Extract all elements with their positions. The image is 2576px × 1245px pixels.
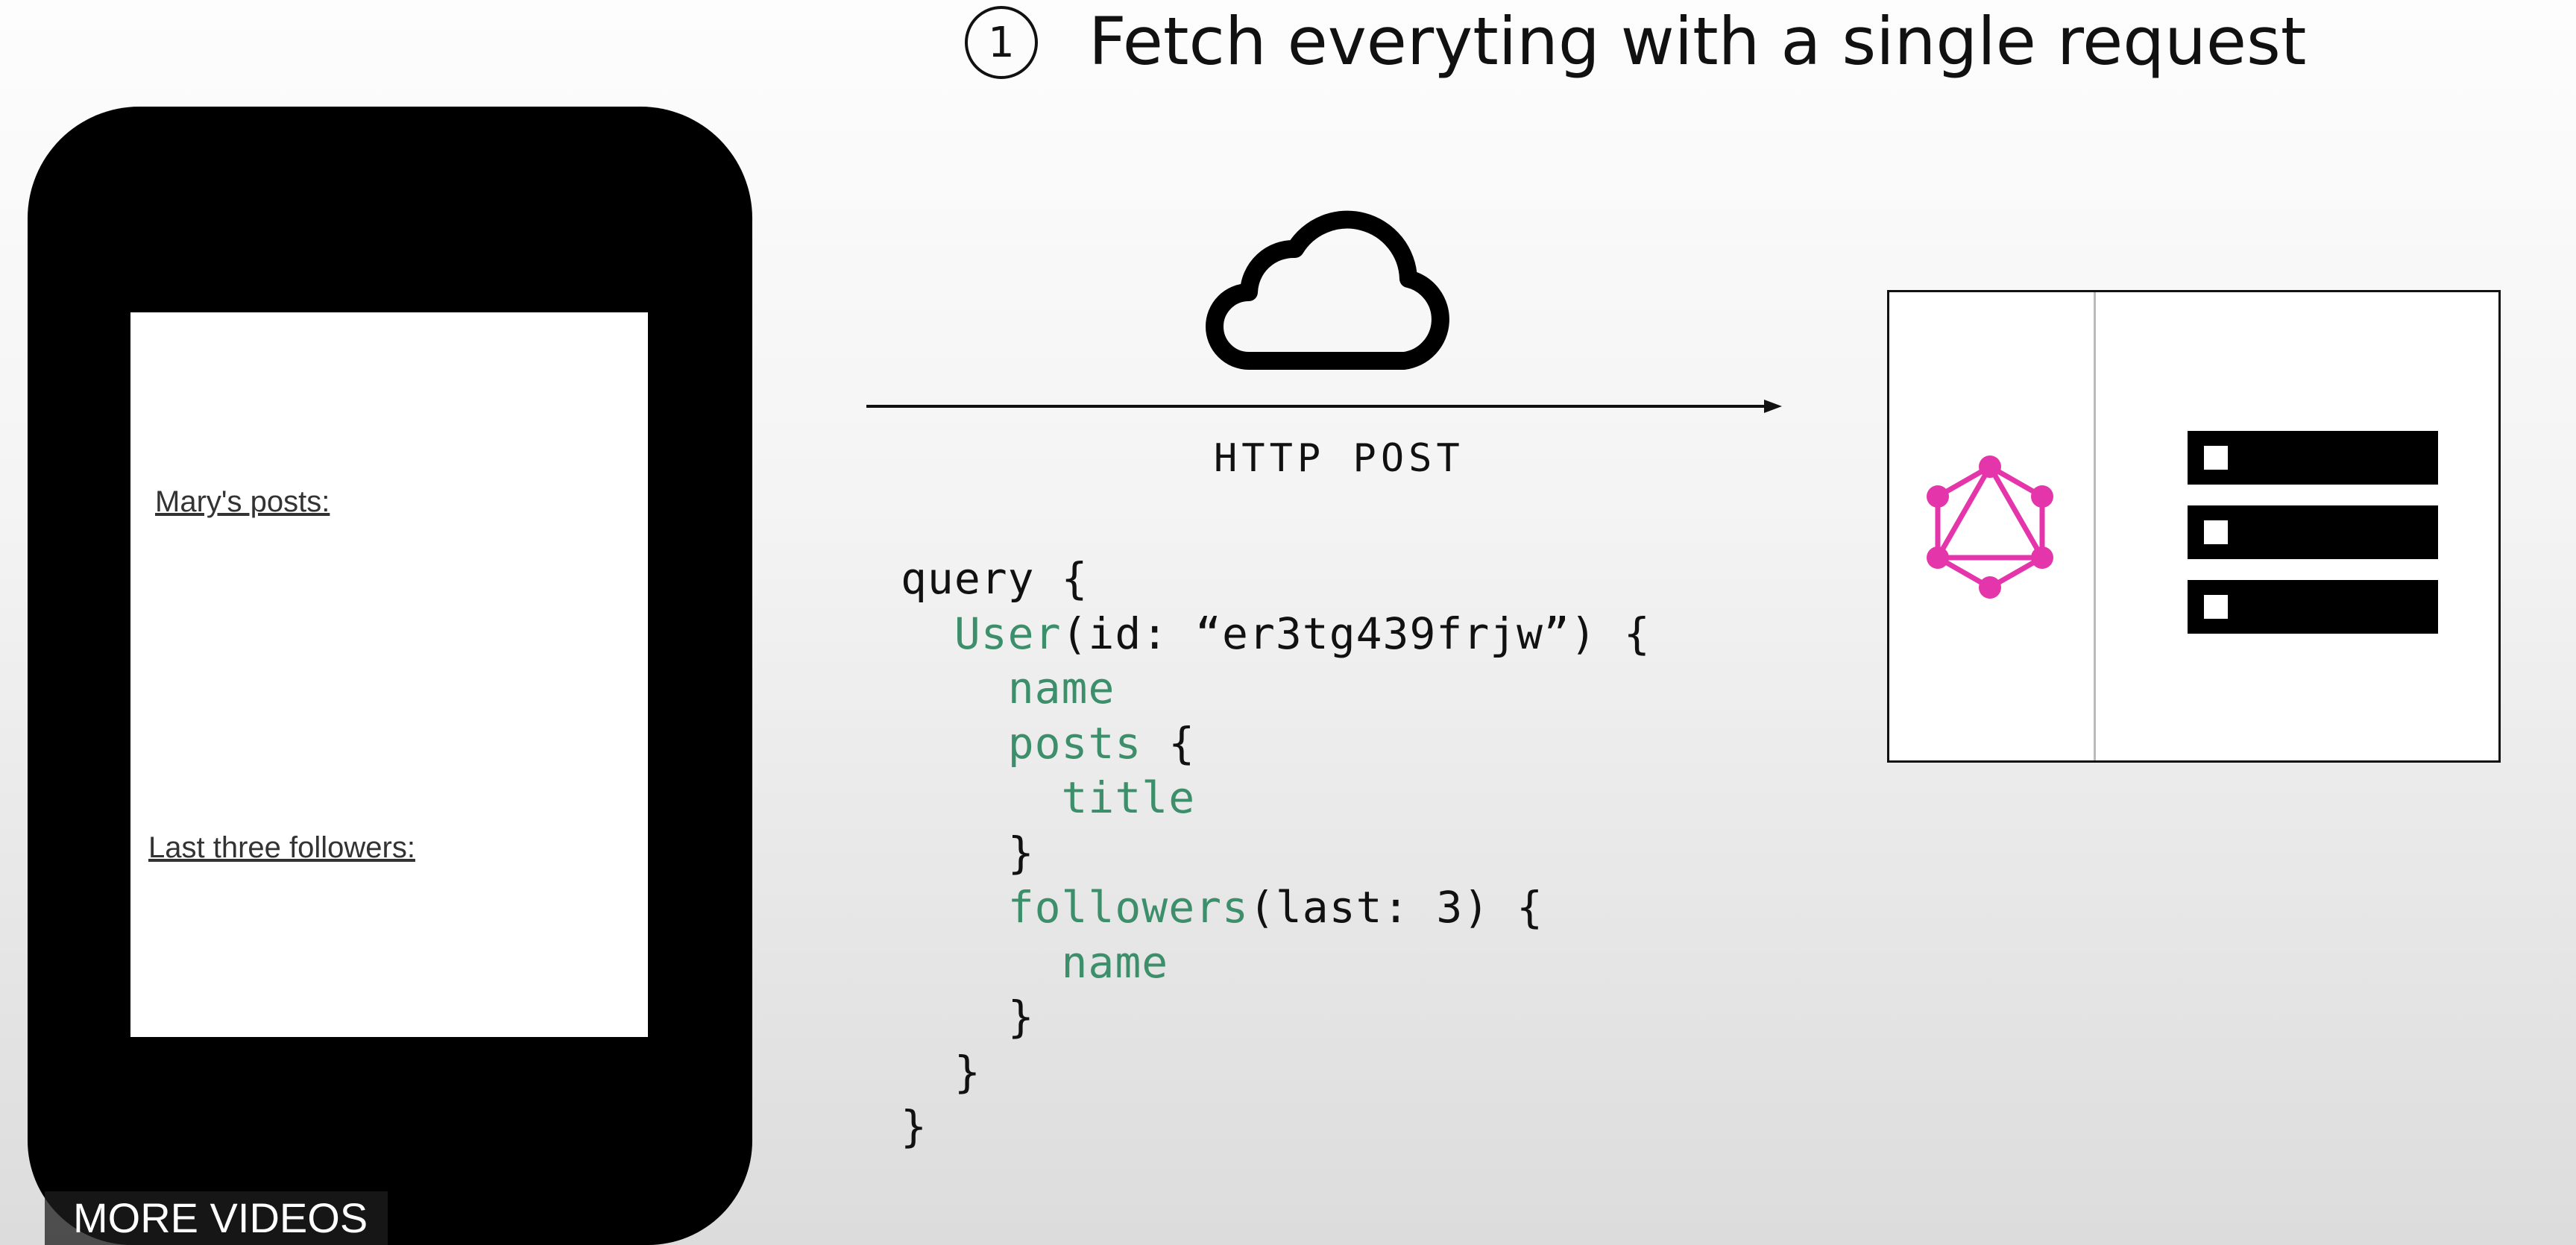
code-line: followers(last: 3) { [1007,882,1544,933]
request-arrow [866,400,1782,413]
server-divider [2094,292,2096,760]
server-box [1887,290,2501,763]
code-line: query { [901,553,1089,604]
graphql-logo-icon [1927,456,2053,599]
posts-label: Mary's posts: [155,485,330,518]
followers-label: Last three followers: [148,831,415,864]
code-keyword: User [954,608,1062,659]
step-number: 1 [988,18,1015,67]
code-line: } [1007,827,1035,878]
code-keyword: name [1007,663,1115,713]
server-rack-1 [2188,431,2438,485]
cloud-icon [1206,210,1449,370]
slide-title: Fetch everyting with a single request [1089,3,2307,80]
code-line: User(id: “er3tg439frjw”) { [954,608,1651,659]
server-rack-3 [2188,580,2438,634]
code-line: } [901,1101,928,1152]
code-keyword: name [1061,936,1169,988]
code-line: name [901,936,1651,991]
server-rack-2 [2188,505,2438,559]
http-method-label: HTTP POST [1214,436,1464,481]
code-line: } [954,1046,981,1097]
code-line: } [1007,992,1035,1042]
phone-screen: Mary's posts: Last three followers: [130,312,648,1037]
code-line: title [901,771,1651,826]
code-keyword: title [1061,772,1196,823]
more-videos-button[interactable]: MORE VIDEOS [45,1191,388,1245]
graphql-query: query { User(id: “er3tg439frjw”) { name … [901,552,1651,1155]
code-line: name [901,661,1651,716]
code-keyword: followers [1007,882,1249,933]
step-number-badge: 1 [965,6,1038,79]
code-keyword: posts [1007,717,1142,769]
code-line: posts { [1007,717,1196,769]
